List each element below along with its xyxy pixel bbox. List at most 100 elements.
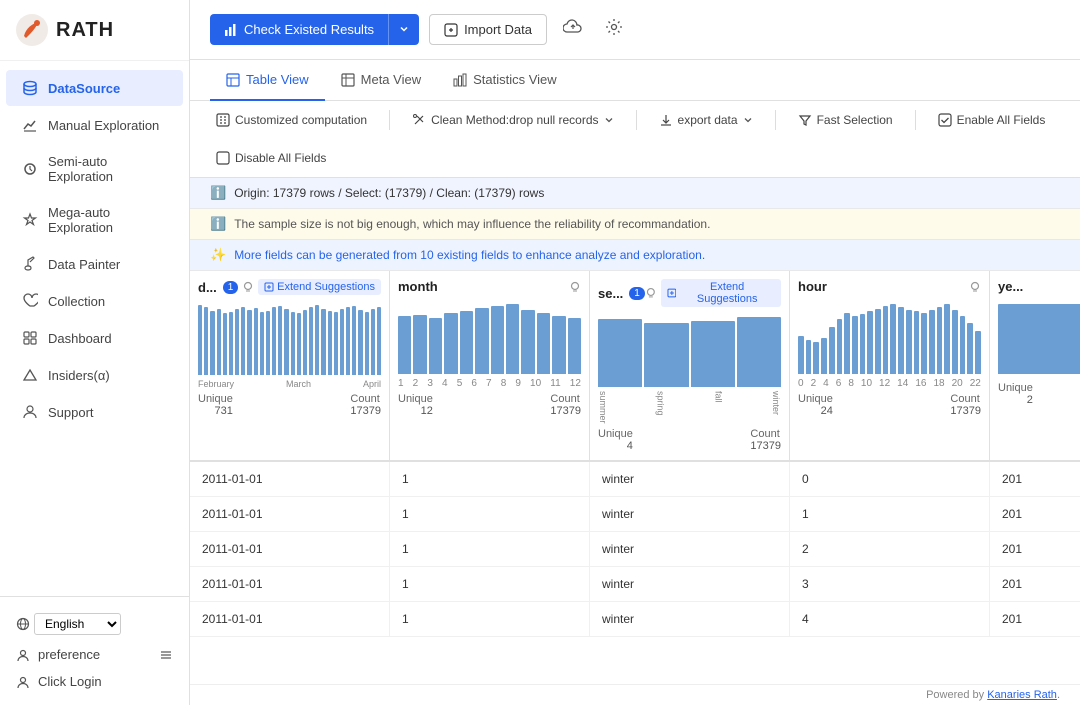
login-row[interactable]: Click Login: [0, 668, 189, 695]
cell-hour-2: 2: [790, 532, 990, 566]
chart-bar: [906, 310, 912, 374]
chart-bar: [460, 311, 473, 374]
chart-bar: [217, 309, 221, 375]
triangle-icon: [22, 367, 38, 383]
language-select-area[interactable]: English Chinese Japanese: [0, 607, 189, 641]
col-stats-d: Unique731Count17379: [198, 393, 381, 417]
col-badge-d: 1: [223, 281, 239, 294]
sample-warning-bar: ℹ️ The sample size is not big enough, wh…: [190, 209, 1080, 240]
origin-info-text: Origin: 17379 rows / Select: (17379) / C…: [234, 186, 544, 200]
axis-label: 0: [798, 378, 804, 389]
check-results-main[interactable]: Check Existed Results: [210, 14, 389, 45]
tab-table-view[interactable]: Table View: [210, 60, 325, 101]
table-row: 2011-01-011winter0201: [190, 462, 1080, 497]
globe-icon: [16, 617, 30, 631]
sub-toolbar: Customized computation Clean Method:drop…: [190, 101, 1080, 178]
tabs: Table View Meta View Statistics View: [190, 60, 1080, 101]
clean-method-label: Clean Method:drop null records: [431, 113, 598, 127]
cloud-icon: [563, 19, 583, 35]
check-results-button[interactable]: Check Existed Results: [210, 14, 419, 45]
table-row: 2011-01-011winter2201: [190, 532, 1080, 567]
axis-label: 10: [530, 378, 541, 389]
chart-bar: [413, 315, 426, 374]
sidebar-item-mega-auto[interactable]: Mega-auto Exploration: [6, 195, 183, 245]
chart-bar: [860, 314, 866, 374]
fast-selection-button[interactable]: Fast Selection: [792, 109, 899, 131]
kanaries-link[interactable]: Kanaries Rath: [987, 689, 1057, 701]
chart-bar: [291, 312, 295, 375]
col-axis-month: 123456789101112: [398, 378, 581, 389]
col-stats-month: Unique12Count17379: [398, 393, 581, 417]
sidebar-item-support[interactable]: Support: [6, 394, 183, 430]
sidebar-item-insiders[interactable]: Insiders(α): [6, 357, 183, 393]
cell-year-2: 201: [990, 532, 1080, 566]
cell-d-2: 2011-01-01: [190, 532, 390, 566]
sidebar-item-datasource[interactable]: DataSource: [6, 70, 183, 106]
bulb-icon-month[interactable]: [569, 281, 581, 293]
preference-row[interactable]: preference: [0, 641, 189, 668]
chart-bar: [537, 313, 550, 374]
tab-statistics-view[interactable]: Statistics View: [437, 60, 573, 101]
extend-btn-d[interactable]: Extend Suggestions: [258, 279, 381, 295]
preference-label: preference: [38, 647, 100, 662]
customized-computation-button[interactable]: Customized computation: [210, 109, 373, 131]
chart-bar: [398, 316, 411, 374]
col-header-d: d...1 Extend Suggestions: [198, 279, 381, 295]
chart-bar: [898, 307, 904, 374]
settings-button[interactable]: [599, 12, 629, 47]
export-data-button[interactable]: export data: [653, 109, 759, 131]
chart-bar: [241, 307, 245, 375]
col-unique: Unique12: [398, 393, 433, 417]
bulb-icon-hour[interactable]: [969, 281, 981, 293]
bulb-icon-season[interactable]: [645, 287, 657, 299]
user-settings-icon: [16, 648, 30, 662]
export-data-label: export data: [678, 113, 738, 127]
paint-icon: [22, 256, 38, 272]
sidebar-item-manual-exploration[interactable]: Manual Exploration: [6, 107, 183, 143]
check-results-dropdown[interactable]: [389, 14, 419, 45]
extend-btn-season[interactable]: Extend Suggestions: [661, 279, 781, 307]
chart-bar: [867, 311, 873, 374]
chart-line-icon: [22, 117, 38, 133]
clean-method-button[interactable]: Clean Method:drop null records: [406, 109, 619, 131]
cell-month-3: 1: [390, 567, 590, 601]
separator-2: [636, 110, 637, 130]
fields-info-bar: ✨ More fields can be generated from 10 e…: [190, 240, 1080, 271]
col-axis-d: FebruaryMarchApril: [198, 379, 381, 389]
enable-all-label: Enable All Fields: [957, 113, 1046, 127]
cell-month-2: 1: [390, 532, 590, 566]
chart-bar: [890, 304, 896, 374]
sidebar-item-support-label: Support: [48, 405, 94, 420]
fields-info-text: More fields can be generated from 10 exi…: [234, 248, 705, 262]
enable-all-fields-button[interactable]: Enable All Fields: [932, 109, 1052, 131]
column-card-year: ye...Unique2Count17379: [990, 271, 1080, 460]
chart-bar: [334, 312, 338, 375]
chart-bar: [328, 311, 332, 375]
chart-bar: [998, 304, 1080, 374]
axis-label: 2: [811, 378, 817, 389]
cloud-button[interactable]: [557, 13, 589, 46]
sidebar-item-semi-auto[interactable]: Semi-auto Exploration: [6, 144, 183, 194]
tab-meta-view[interactable]: Meta View: [325, 60, 437, 101]
col-stats-season: Unique4Count17379: [598, 428, 781, 452]
sidebar-item-collection[interactable]: Collection: [6, 283, 183, 319]
import-data-label: Import Data: [464, 22, 532, 37]
sidebar-item-data-painter-label: Data Painter: [48, 257, 120, 272]
disable-all-fields-button[interactable]: Disable All Fields: [210, 147, 332, 169]
chart-bar: [229, 312, 233, 375]
import-data-button[interactable]: Import Data: [429, 14, 547, 45]
chart-bar: [204, 307, 208, 375]
info-icon-1: ℹ️: [210, 185, 226, 201]
bulb-icon-d[interactable]: [242, 281, 254, 293]
chart-bar: [352, 306, 356, 375]
language-dropdown[interactable]: English Chinese Japanese: [34, 613, 121, 635]
sidebar-item-data-painter[interactable]: Data Painter: [6, 246, 183, 282]
sidebar-item-dashboard[interactable]: Dashboard: [6, 320, 183, 356]
cell-season-0: winter: [590, 462, 790, 496]
disable-all-label: Disable All Fields: [235, 151, 326, 165]
column-card-month: month123456789101112Unique12Count17379: [390, 271, 590, 460]
sidebar-item-mega-auto-label: Mega-auto Exploration: [48, 205, 167, 235]
col-chart-hour: [798, 298, 981, 378]
sample-warning-text: The sample size is not big enough, which…: [234, 217, 710, 231]
chart-bar: [506, 304, 519, 374]
